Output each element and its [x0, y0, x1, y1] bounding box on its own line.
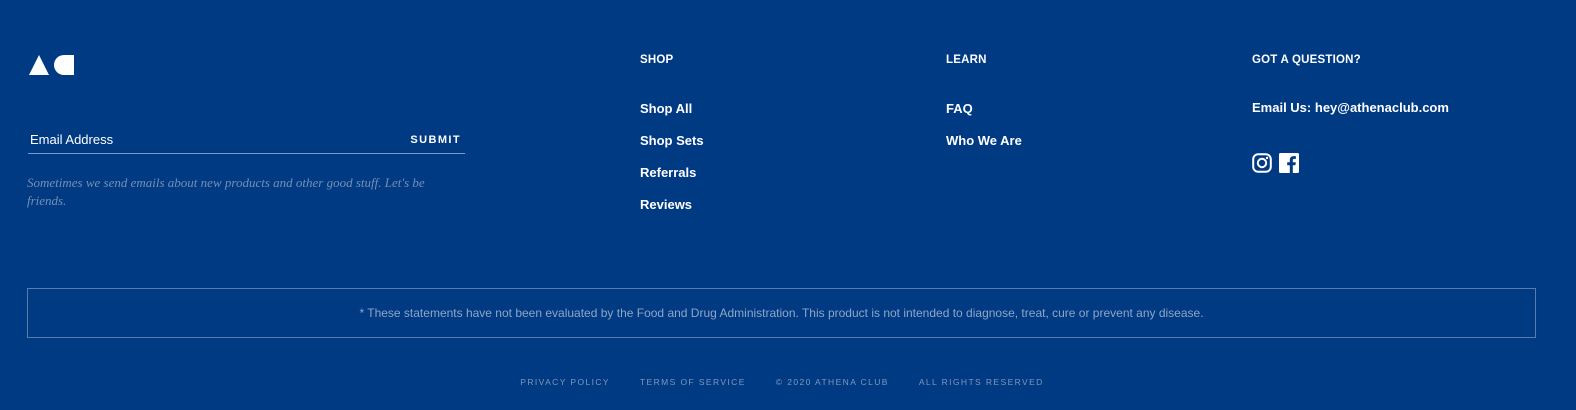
shop-heading: SHOP — [640, 54, 674, 66]
facebook-link[interactable] — [1279, 153, 1299, 173]
email-address-input[interactable] — [30, 128, 390, 150]
terms-of-service-link[interactable]: TERMS OF SERVICE — [640, 377, 746, 387]
learn-links: FAQ Who We Are — [946, 100, 1206, 164]
shop-all-link[interactable]: Shop All — [640, 101, 692, 116]
referrals-link[interactable]: Referrals — [640, 165, 696, 180]
fda-disclaimer-box: * These statements have not been evaluat… — [27, 288, 1536, 338]
shop-links: Shop All Shop Sets Referrals Reviews — [640, 100, 900, 228]
shop-column: SHOP Shop All Shop Sets Referrals Review… — [640, 54, 704, 212]
social-links — [1252, 153, 1299, 173]
logo-mark-icon — [29, 55, 74, 75]
newsletter-form: SUBMIT — [28, 128, 465, 154]
shop-sets-link[interactable]: Shop Sets — [640, 133, 704, 148]
who-we-are-link[interactable]: Who We Are — [946, 133, 1022, 148]
newsletter-note: Sometimes we send emails about new produ… — [27, 175, 425, 208]
faq-link[interactable]: FAQ — [946, 101, 973, 116]
instagram-link[interactable] — [1252, 153, 1272, 173]
athena-club-logo[interactable] — [29, 55, 75, 75]
all-rights-reserved-text: ALL RIGHTS RESERVED — [918, 377, 1044, 387]
submit-button[interactable]: SUBMIT — [410, 134, 461, 146]
email-label: Email Us: — [1252, 100, 1312, 115]
learn-column: LEARN FAQ Who We Are — [946, 54, 1022, 148]
contact-email: Email Us: hey@athenaclub.com — [1252, 100, 1449, 115]
legal-bar: PRIVACY POLICY TERMS OF SERVICE © 2020 A… — [0, 377, 1570, 387]
reviews-link[interactable]: Reviews — [640, 197, 692, 212]
instagram-icon — [1252, 153, 1272, 173]
learn-heading: LEARN — [946, 54, 987, 66]
contact-heading: GOT A QUESTION? — [1252, 54, 1361, 66]
contact-column: GOT A QUESTION? Email Us: hey@athenaclub… — [1252, 54, 1449, 173]
privacy-policy-link[interactable]: PRIVACY POLICY — [520, 377, 610, 387]
facebook-icon — [1279, 153, 1299, 173]
site-footer: SUBMIT Sometimes we send emails about ne… — [0, 0, 1576, 410]
copyright-text: © 2020 ATHENA CLUB — [775, 377, 889, 387]
fda-disclaimer-text: * These statements have not been evaluat… — [359, 306, 1204, 320]
email-link[interactable]: hey@athenaclub.com — [1315, 100, 1449, 115]
